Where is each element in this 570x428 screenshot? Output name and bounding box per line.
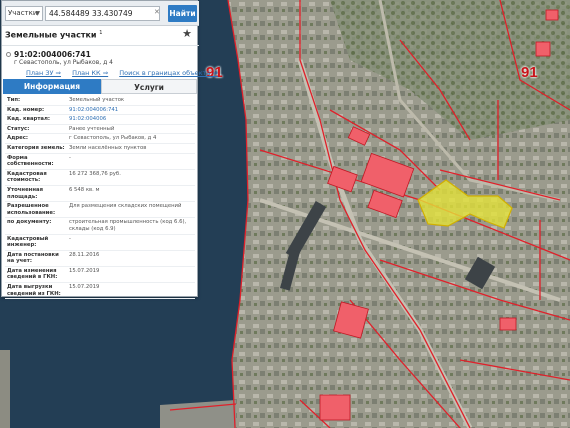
attribute-key: Кадастровый инженер: — [7, 235, 49, 249]
attribute-row: Разрешенное использование: Для размещения… — [5, 202, 195, 219]
radio-icon[interactable] — [6, 52, 11, 57]
search-type-label: Участки — [8, 9, 38, 17]
attribute-value[interactable]: 91:02:004006 — [67, 115, 195, 124]
attribute-value: Ранее учтенный — [69, 125, 115, 132]
attribute-row: Адрес: г Севастополь, ул Рыбаков, д 4 — [5, 134, 195, 144]
attribute-key: Тип: — [7, 97, 21, 103]
attribute-row: Статус: Ранее учтенный — [5, 125, 195, 135]
attribute-value: - — [69, 235, 71, 242]
find-button[interactable]: Найти — [168, 5, 197, 22]
attribute-row: Дата выгрузки сведений из ГКН: 15.07.2019 — [5, 283, 195, 300]
plan-kk-link[interactable]: План КК ⇒ — [72, 69, 108, 77]
parcel-links: План ЗУ ⇒ План КК ⇒ Поиск в границах объ… — [26, 69, 227, 77]
parcel-number: 91:02:004006:741 — [14, 50, 91, 59]
attribute-value: - — [69, 154, 71, 161]
attribute-value: строительная промышленность (код 6.6), с… — [69, 219, 187, 232]
attribute-value: 15.07.2019 — [69, 267, 100, 274]
attribute-row: Форма собственности: - — [5, 154, 195, 170]
attribute-value: 6 548 кв. м — [69, 186, 100, 193]
attribute-key: Дата изменения сведений в ГКН: — [7, 267, 58, 281]
attribute-value: Земли населённых пунктов — [69, 144, 147, 151]
attribute-value: Земельный участок — [69, 97, 125, 103]
parcel-header: 91:02:004006:741 г Севастополь, ул Рыбак… — [2, 45, 218, 78]
attribute-table: Тип: Земельный участок Кад. номер: 91:02:00… — [5, 96, 195, 300]
attribute-key: Кадастровая стоимость: — [7, 170, 47, 184]
attribute-key: по документу: — [7, 219, 52, 226]
attribute-row: Дата изменения сведений в ГКН: 15.07.2019 — [5, 267, 195, 284]
attribute-row: по документу: строительная промышленность… — [5, 218, 195, 235]
attribute-key: Дата выгрузки сведений из ГКН: — [7, 284, 61, 297]
search-input[interactable]: 44.584489 33.430749 — [45, 6, 160, 21]
attribute-key: Категория земель: — [7, 144, 65, 151]
info-panel: Участки ▼ 44.584489 33.430749 ✕ Найти Зе… — [1, 0, 218, 300]
search-in-bounds-link[interactable]: Поиск в границах объекта ⇒ — [119, 69, 218, 77]
star-icon[interactable]: ★ — [182, 27, 192, 40]
clear-icon[interactable]: ✕ — [154, 8, 160, 16]
attribute-key: Кад. номер: — [7, 106, 45, 113]
attribute-value[interactable]: 91:02:004006:741 — [67, 106, 195, 115]
attribute-row: Уточненная площадь: 6 548 кв. м — [5, 186, 195, 203]
attribute-key: Адрес: — [7, 135, 29, 142]
attribute-value: 28.11.2016 — [69, 251, 100, 258]
attribute-row: Кад. квартал: 91:02:004006 — [5, 115, 195, 125]
layer-count: 1 — [99, 30, 103, 36]
attribute-row: Кадастровый инженер: - — [5, 235, 195, 251]
attribute-key: Форма собственности: — [7, 154, 54, 168]
search-type-select[interactable]: Участки ▼ — [5, 6, 43, 21]
attribute-key: Статус: — [7, 125, 30, 132]
plan-zu-link[interactable]: План ЗУ ⇒ — [26, 69, 61, 77]
attribute-key: Разрешенное использование: — [7, 203, 56, 216]
chevron-down-icon: ▼ — [35, 10, 40, 17]
layer-header: Земельные участки 1 — [2, 27, 199, 42]
layer-title: Земельные участки 1 — [5, 30, 103, 40]
attribute-value: г Севастополь, ул Рыбаков, д 4 — [69, 135, 157, 142]
tab-services[interactable]: Услуги — [101, 79, 197, 94]
quarter-label-right: 91 — [521, 64, 538, 81]
attribute-row: Дата постановки на учет: 28.11.2016 — [5, 251, 195, 267]
attribute-row: Категория земель: Земли населённых пункто… — [5, 144, 195, 154]
attribute-value: 16 272 368,76 руб. — [69, 170, 121, 177]
attribute-row: Кад. номер: 91:02:004006:741 — [5, 106, 195, 116]
search-bar: Участки ▼ 44.584489 33.430749 ✕ Найти — [2, 1, 199, 26]
left-pier — [0, 350, 10, 428]
tab-bar: Информация Услуги — [3, 79, 197, 94]
tab-information[interactable]: Информация — [3, 79, 101, 94]
attribute-key: Кад. квартал: — [7, 116, 50, 123]
attribute-value: 15.07.2019 — [69, 284, 100, 291]
attribute-key: Дата постановки на учет: — [7, 251, 59, 265]
parcel-address: г Севастополь, ул Рыбаков, д 4 — [14, 59, 113, 66]
attribute-row: Кадастровая стоимость: 16 272 368,76 руб. — [5, 170, 195, 186]
attribute-key: Уточненная площадь: — [7, 186, 43, 200]
attribute-row: Тип: Земельный участок — [5, 96, 195, 106]
attribute-value: Для размещения складских помещений — [69, 203, 182, 210]
